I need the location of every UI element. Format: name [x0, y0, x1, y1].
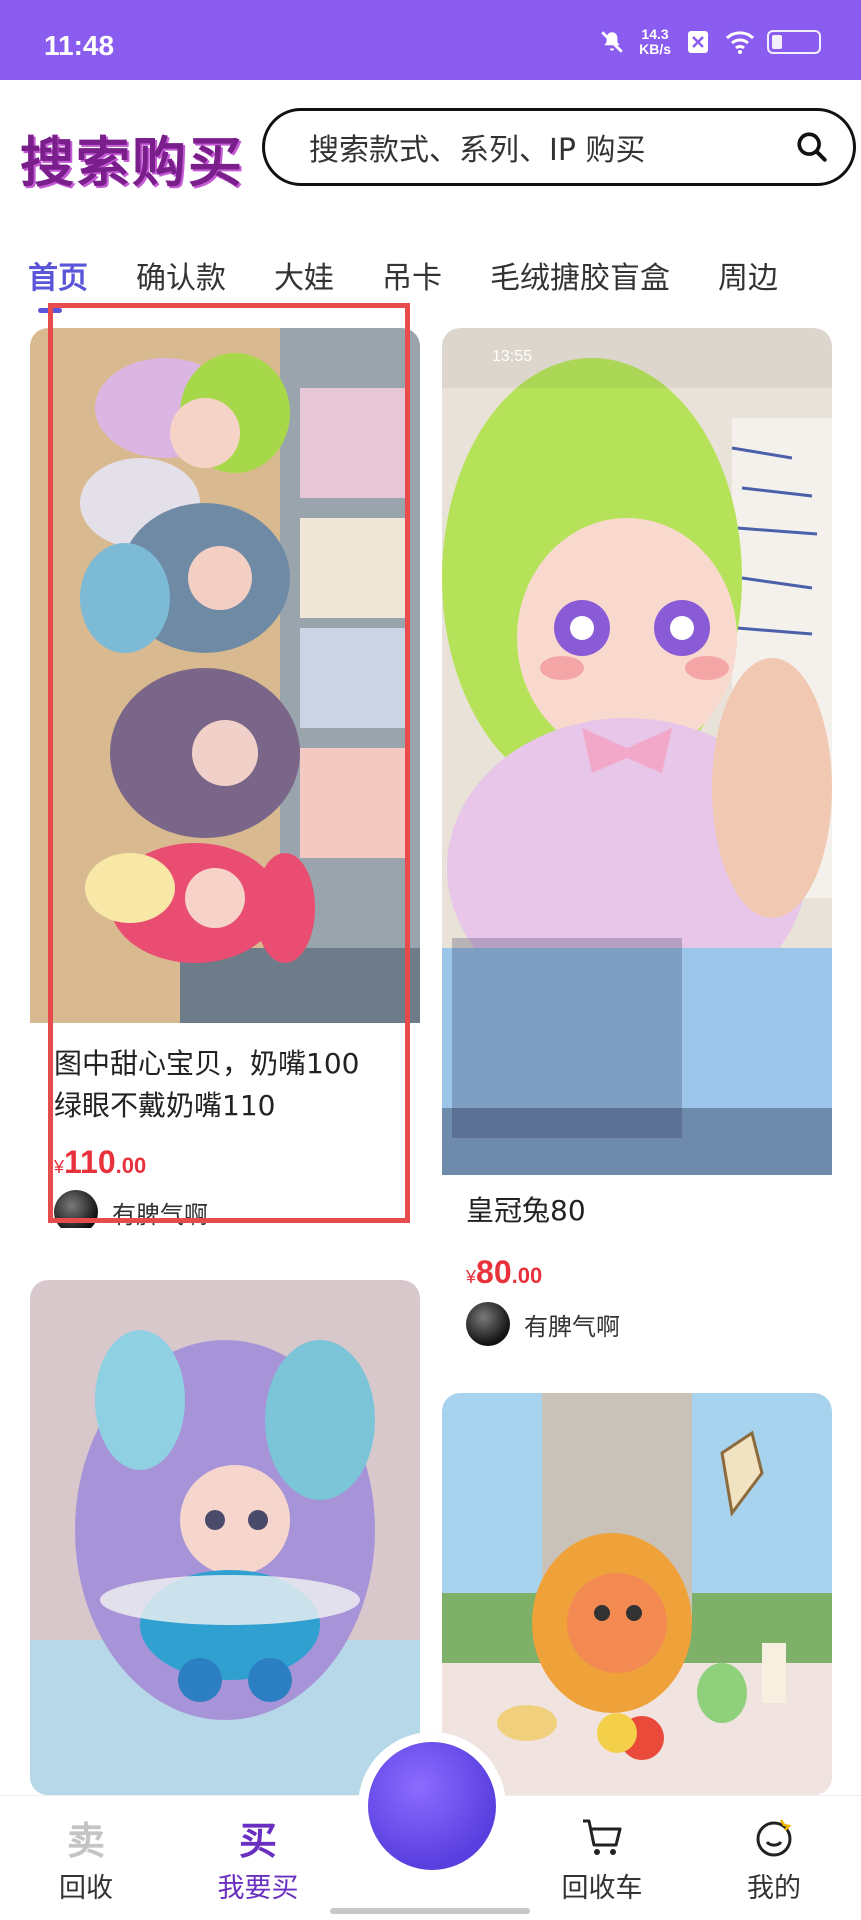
price-decimal: .00	[115, 1153, 147, 1178]
profile-face-icon	[751, 1814, 797, 1860]
tab-large-doll[interactable]: 大娃	[274, 253, 334, 297]
tab-confirmed[interactable]: 确认款	[136, 253, 226, 297]
product-title-line: 皇冠兔80	[466, 1194, 586, 1227]
overlay-time: 13:55	[492, 348, 532, 365]
nav-label: 回收	[59, 1873, 113, 1904]
nav-recycle-cart[interactable]: 回收车	[542, 1814, 662, 1905]
cart-icon	[579, 1814, 625, 1860]
center-action-button[interactable]	[368, 1742, 496, 1870]
product-image[interactable]	[442, 1393, 832, 1795]
product-title-line: 绿眼不戴奶嘴110	[54, 1089, 276, 1122]
net-speed-value: 14.3	[641, 26, 669, 42]
price-integer: 110	[64, 1144, 116, 1180]
seller-name: 有脾气啊	[112, 1200, 208, 1229]
tab-home[interactable]: 首页	[28, 253, 88, 313]
sell-icon: 卖	[66, 1818, 105, 1863]
price-currency: ¥	[54, 1157, 65, 1177]
net-speed: 14.3 KB/s	[639, 27, 671, 57]
status-bar: 11:48 14.3 KB/s	[0, 0, 861, 80]
product-price: ¥110.00	[54, 1144, 146, 1181]
tab-merch[interactable]: 周边	[718, 253, 778, 297]
product-image[interactable]	[30, 328, 420, 1023]
status-time: 11:48	[44, 30, 115, 61]
product-title: 图中甜心宝贝，奶嘴100 绿眼不戴奶嘴110	[54, 1043, 359, 1127]
buy-icon: 买	[238, 1818, 277, 1863]
wifi-icon	[725, 27, 755, 57]
product-price: ¥80.00	[466, 1254, 542, 1291]
net-speed-unit: KB/s	[639, 41, 671, 57]
product-title: 皇冠兔80	[466, 1190, 586, 1232]
search-placeholder: 搜索款式、系列、IP 购买	[309, 133, 646, 168]
avatar[interactable]	[466, 1302, 510, 1346]
mute-icon	[597, 27, 627, 57]
product-card[interactable]: 图中甜心宝贝，奶嘴100 绿眼不戴奶嘴110 ¥110.00 有脾气啊	[30, 328, 420, 1228]
nav-buy[interactable]: 买 我要买	[198, 1814, 318, 1905]
price-decimal: .00	[511, 1263, 543, 1288]
product-card[interactable]	[30, 1280, 420, 1795]
product-card[interactable]: 13:55 皇冠兔80 ¥80.00 有脾气啊	[442, 328, 832, 1363]
status-icons: 14.3 KB/s	[597, 22, 821, 62]
tab-plush-blind-box[interactable]: 毛绒搪胶盲盒	[490, 253, 670, 297]
seller-info[interactable]: 有脾气啊	[466, 1302, 620, 1346]
search-icon[interactable]	[777, 112, 847, 182]
product-title-line: 图中甜心宝贝，奶嘴100	[54, 1047, 360, 1080]
price-currency: ¥	[466, 1267, 477, 1287]
nav-profile[interactable]: 我的	[714, 1814, 834, 1905]
seller-info[interactable]: 有脾气啊	[54, 1190, 208, 1228]
header: 搜索购买 搜索款式、系列、IP 购买	[0, 80, 861, 220]
no-sim-icon	[683, 27, 713, 57]
battery-icon	[767, 30, 821, 54]
nav-label: 我的	[747, 1873, 801, 1904]
product-image[interactable]: 13:55	[442, 328, 832, 1175]
seller-name: 有脾气啊	[524, 1312, 620, 1341]
nav-recycle[interactable]: 卖 回收	[26, 1814, 146, 1905]
home-indicator[interactable]	[330, 1908, 530, 1914]
category-tabs: 首页 确认款 大娃 吊卡 毛绒搪胶盲盒 周边	[0, 240, 861, 313]
product-image[interactable]	[30, 1280, 420, 1795]
price-integer: 80	[476, 1254, 512, 1290]
avatar[interactable]	[54, 1190, 98, 1228]
search-input[interactable]: 搜索款式、系列、IP 购买	[262, 108, 856, 186]
page-title: 搜索购买	[20, 130, 244, 194]
nav-label: 回收车	[561, 1873, 643, 1904]
tab-hanging-card[interactable]: 吊卡	[382, 253, 442, 297]
nav-label: 我要买	[217, 1873, 299, 1904]
product-card[interactable]	[442, 1393, 832, 1795]
